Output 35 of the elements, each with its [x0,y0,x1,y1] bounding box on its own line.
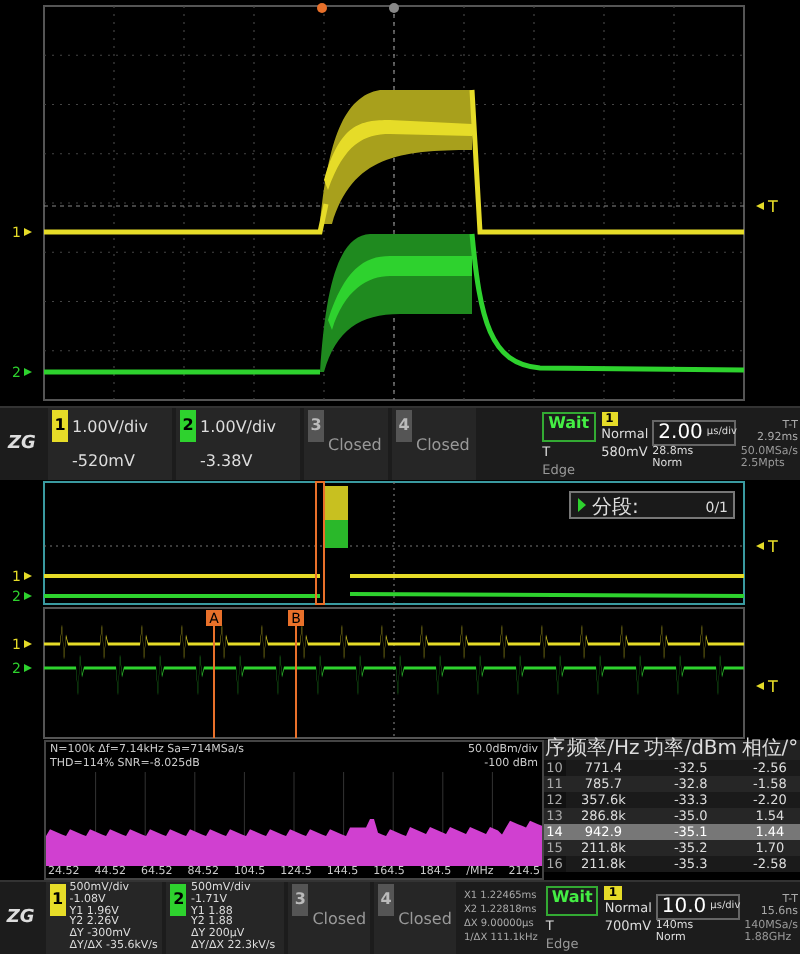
channel-reading: -3.38V [200,452,255,470]
channel-panel[interactable]: 3 Closed [304,408,388,480]
channel-panel[interactable]: 4 Closed [392,408,476,480]
channel-panel[interactable]: 2 1.00V/div -3.38V [176,408,300,480]
zoom-region-marker [315,481,325,605]
column-header: 相位/° [739,740,800,760]
channel-reading: 1.00V/div [72,418,149,436]
channel-reading: -520mV [72,452,137,470]
channel-badge: 2 [170,884,187,916]
channel-badge: 2 [180,410,196,442]
channel-status: Closed [398,909,452,927]
channel-panel[interactable]: 1 1.00V/div -520mV [48,408,172,480]
channel-status: Closed [416,435,470,453]
channel-badge: 4 [396,410,412,442]
column-header: 功率/dBm [641,740,740,760]
channel-panel[interactable]: 3 Closed [288,882,371,954]
channel-reading: 1.00V/div [200,418,277,436]
trigger-position-icon [317,3,327,13]
channel-badge: 1 [49,884,66,916]
channel-badge: 3 [292,884,309,916]
acquisition-status: Wait [542,411,596,441]
column-header: 频率/Hz [565,740,642,760]
channel-badge: 1 [52,410,68,442]
channel-panel[interactable]: 4 Closed [374,882,456,954]
center-position-icon [389,3,399,13]
timebase-scale: 10.0 [661,895,707,917]
channel-badge: 4 [378,884,395,916]
logo-text: ZG [5,432,38,458]
logo-text: ZG [4,906,37,932]
timebase-scale: 2.00 [658,421,703,443]
column-header: 序 [544,740,566,760]
acquisition-status: Wait [545,885,599,915]
channel-status: Closed [328,435,382,453]
channel-status: Closed [312,909,367,927]
channel-badge: 3 [308,410,324,442]
